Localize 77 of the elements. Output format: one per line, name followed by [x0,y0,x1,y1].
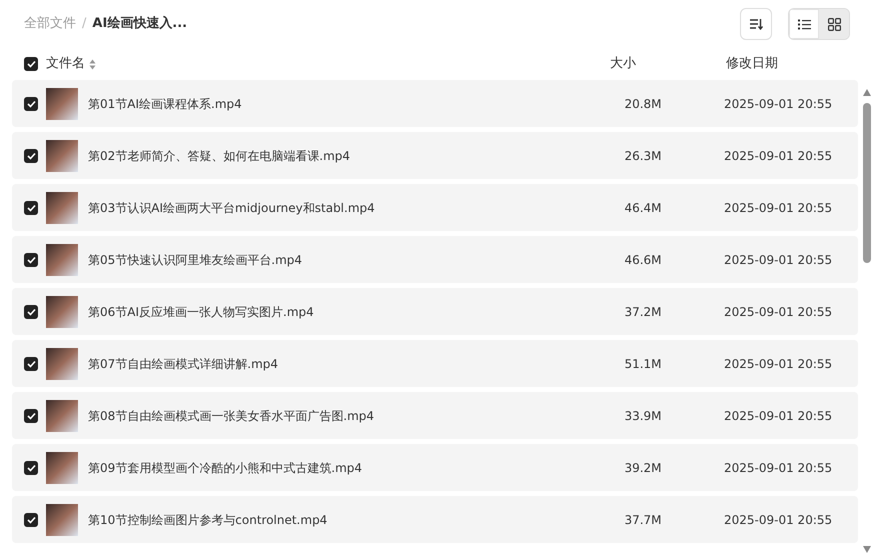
column-header: 大小 [610,56,636,72]
file-size: 26.3M [623,148,663,164]
file-size: 39.2M [623,460,663,476]
video-thumbnail [46,504,78,536]
check-icon [26,60,36,68]
check-icon [26,360,36,368]
file-name: 第08节自由绘画模式画一张美女香水平面广告图.mp4 [88,408,376,424]
video-thumbnail [46,348,78,380]
file-row[interactable]: 第07节自由绘画模式详细讲解.mp4 51.1M 2025-09-01 20:55 [12,340,858,387]
sort-button[interactable] [740,8,772,40]
checkbox[interactable] [24,304,38,318]
file-name: 第09节套用模型画个冷酷的小熊和中式古建筑.mp4 [88,460,364,476]
file-name: 第10节控制绘画图片参考与controlnet.mp4 [88,512,328,528]
file-row[interactable]: 第02节老师简介、答疑、如何在电脑端看课.mp4 26.3M 2025-09-01 20:55 [12,132,858,179]
list-view-icon [798,18,810,30]
file-name: 第05节快速认识阿里堆友绘画平台.mp4 [88,252,304,268]
video-thumbnail [46,296,78,328]
modified-date: 2025-09-01 20:55 [724,304,832,320]
video-thumbnail [46,244,78,276]
file-name: 第03节认识AI绘画两大平台midjourney和stabl.mp4 [88,200,376,216]
file-row[interactable]: 第08节自由绘画模式画一张美女香水平面广告图.mp4 33.9M 2025-09-01 20:55 [12,392,858,439]
video-thumbnail [46,452,78,484]
file-size: 51.1M [623,356,663,372]
modified-date: 2025-09-01 20:55 [724,408,832,424]
file-name: 第07节自由绘画模式详细讲解.mp4 [88,356,280,372]
sort-icon[interactable] [89,58,96,70]
video-thumbnail [46,88,78,120]
checkbox[interactable] [24,252,38,266]
file-row[interactable]: 第01节AI绘画课程体系.mp4 20.8M 2025-09-01 20:55 [12,80,858,127]
file-size: 33.9M [623,408,663,424]
checkbox[interactable] [24,148,38,162]
file-name: 第06节AI反应堆画一张人物写实图片.mp4 [88,304,315,320]
list-view-button[interactable] [789,9,819,39]
checkbox[interactable] [24,460,38,474]
check-icon [26,256,36,264]
check-icon [26,516,36,524]
column-header: 文件名 [46,55,85,74]
file-size: 37.2M [623,304,663,320]
file-name: 第02节老师简介、答疑、如何在电脑端看课.mp4 [88,148,352,164]
video-thumbnail [46,192,78,224]
checkbox[interactable] [24,356,38,370]
breadcrumb-separator: / [82,15,86,34]
modified-date: 2025-09-01 20:55 [724,512,832,528]
check-icon [26,204,36,212]
column-header: 修改日期 [726,55,778,74]
file-size: 46.6M [623,252,663,268]
file-row[interactable]: 第09节套用模型画个冷酷的小熊和中式古建筑.mp4 39.2M 2025-09-01 20:55 [12,444,858,491]
check-icon [26,464,36,472]
modified-date: 2025-09-01 20:55 [724,148,832,164]
check-icon [26,152,36,160]
video-thumbnail [46,400,78,432]
modified-date: 2025-09-01 20:55 [724,460,832,476]
checkbox[interactable] [24,200,38,214]
breadcrumb-current: AI绘画快速入... [92,14,188,34]
checkbox[interactable] [24,512,38,526]
checkbox[interactable] [24,96,38,110]
file-name: 第01节AI绘画课程体系.mp4 [88,96,243,112]
sort-icon [749,18,763,30]
modified-date: 2025-09-01 20:55 [724,96,832,112]
check-icon [26,308,36,316]
file-row[interactable]: 第10节控制绘画图片参考与controlnet.mp4 37.7M 2025-09-01 20:55 [12,496,858,543]
grid-view-button[interactable] [819,9,849,39]
check-icon [26,412,36,420]
grid-view-icon [828,18,840,30]
file-row[interactable]: 第05节快速认识阿里堆友绘画平台.mp4 46.6M 2025-09-01 20:55 [12,236,858,283]
checkbox[interactable] [24,408,38,422]
file-row[interactable]: 第03节认识AI绘画两大平台midjourney和stabl.mp4 46.4M 2025-09-01 20:55 [12,184,858,231]
modified-date: 2025-09-01 20:55 [724,200,832,216]
file-row[interactable]: 第06节AI反应堆画一张人物写实图片.mp4 37.2M 2025-09-01 20:55 [12,288,858,335]
checkbox[interactable] [24,57,38,71]
file-size: 37.7M [623,512,663,528]
modified-date: 2025-09-01 20:55 [724,356,832,372]
file-size: 20.8M [623,96,663,112]
video-thumbnail [46,140,78,172]
file-size: 46.4M [623,200,663,216]
check-icon [26,100,36,108]
modified-date: 2025-09-01 20:55 [724,252,832,268]
